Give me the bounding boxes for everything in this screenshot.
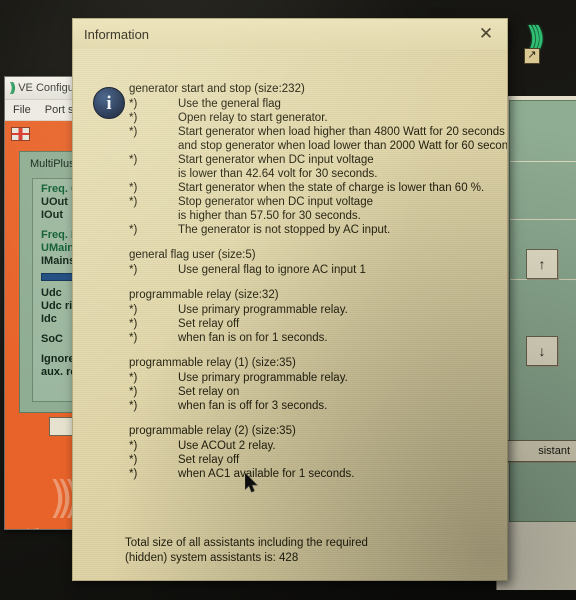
menu-item-file[interactable]: File <box>13 104 31 116</box>
assistant-summary-text: generator start and stop (size:232) *) U… <box>129 82 507 492</box>
bullet-marker: *) <box>129 126 138 138</box>
bullet-marker: *) <box>129 154 138 166</box>
information-dialog[interactable]: Information ✕ i generator start and stop… <box>72 18 508 581</box>
move-up-button[interactable]: ↑ <box>526 249 558 279</box>
line-text: The generator is not stopped by AC input… <box>178 224 391 236</box>
section-line: *) is lower than 42.64 volt for 30 secon… <box>129 167 501 181</box>
line-text: Start generator when DC input voltage <box>178 154 374 166</box>
total-size-text: Total size of all assistants including t… <box>125 536 485 566</box>
section-title: programmable relay (1) (size:35) <box>129 357 296 369</box>
bullet-marker: *) <box>129 386 138 398</box>
shortcut-arrow-icon: ↗ <box>524 48 540 64</box>
dialog-title: Information <box>84 26 150 42</box>
section-title: programmable relay (2) (size:35) <box>129 425 296 437</box>
total-size-line-2: (hidden) system assistants is: 428 <box>125 552 299 564</box>
section-line: *) Use primary programmable relay. <box>129 371 501 385</box>
section-line: *) Set relay off <box>129 453 501 467</box>
bullet-marker: *) <box>129 372 138 384</box>
line-text: Open relay to start generator. <box>178 112 328 124</box>
bullet-marker: *) <box>129 98 138 110</box>
line-text: is lower than 42.64 volt for 30 seconds. <box>178 168 378 180</box>
bullet-marker: *) <box>129 440 138 452</box>
total-size-line-1: Total size of all assistants including t… <box>125 537 368 549</box>
bullet-marker: *) <box>129 468 138 480</box>
line-text: Use general flag to ignore AC input 1 <box>178 264 366 276</box>
line-text: Start generator when the state of charge… <box>178 182 485 194</box>
line-text: Set relay off <box>178 454 240 466</box>
section-line: *) Open relay to start generator. <box>129 111 501 125</box>
bullet-marker: *) <box>129 224 138 236</box>
move-down-button[interactable]: ↓ <box>526 336 558 366</box>
section-line: *) and stop generator when load lower th… <box>129 139 507 153</box>
section-line: *) when fan is on for 1 seconds. <box>129 331 501 345</box>
assistant-list-panel: ↑ ↓ <box>496 96 576 590</box>
line-text: when fan is on for 1 seconds. <box>178 332 328 344</box>
section-line: *) The generator is not stopped by AC in… <box>129 223 501 237</box>
section-line: *) when fan is off for 3 seconds. <box>129 399 501 413</box>
bullet-marker: *) <box>129 318 138 330</box>
desktop-shortcut-victron[interactable]: ))) ↗ <box>524 22 570 76</box>
section-line: *) when AC1 available for 1 seconds. <box>129 467 501 481</box>
line-text: when fan is off for 3 seconds. <box>178 400 328 412</box>
line-text: Set relay off <box>178 318 240 330</box>
section-line: *) Start generator when load higher than… <box>129 125 505 139</box>
section-line: *) Set relay off <box>129 317 501 331</box>
victron-small-logo-icon: ))) <box>9 80 17 96</box>
dialog-titlebar: Information ✕ <box>73 19 507 49</box>
line-text: Stop generator when DC input voltage <box>178 196 373 208</box>
bullet-marker: *) <box>129 454 138 466</box>
uk-flag-icon[interactable] <box>11 127 30 141</box>
section-line: *) Use primary programmable relay. <box>129 303 501 317</box>
close-icon[interactable]: ✕ <box>471 22 501 46</box>
section-line: *) Start generator when the state of cha… <box>129 181 501 195</box>
section-programmable-relay-2: programmable relay (2) (size:35) *) Use … <box>129 424 501 481</box>
section-generator-start-stop: generator start and stop (size:232) *) U… <box>129 82 507 237</box>
line-text: Use primary programmable relay. <box>178 372 348 384</box>
line-text: Start generator when load higher than 48… <box>178 126 505 138</box>
section-general-flag-user: general flag user (size:5) *) Use genera… <box>129 248 501 277</box>
line-text: and stop generator when load lower than … <box>178 140 508 152</box>
section-line: *) Stop generator when DC input voltage <box>129 195 501 209</box>
section-line: *) Start generator when DC input voltage <box>129 153 501 167</box>
section-title: generator start and stop (size:232) <box>129 83 305 95</box>
section-line: *) Use general flag to ignore AC input 1 <box>129 263 501 277</box>
section-programmable-relay: programmable relay (size:32) *) Use prim… <box>129 288 501 345</box>
section-line: *) Set relay on <box>129 385 501 399</box>
bullet-marker: *) <box>129 112 138 124</box>
section-title: programmable relay (size:32) <box>129 289 279 301</box>
bullet-marker: *) <box>129 400 138 412</box>
section-title: general flag user (size:5) <box>129 249 256 261</box>
line-text: is higher than 57.50 for 30 seconds. <box>178 210 361 222</box>
screen-root: ))) ↗ ))) VE Configure File Port sel Mul… <box>0 0 576 600</box>
info-icon-glyph: i <box>106 92 112 114</box>
line-text: Use ACOut 2 relay. <box>178 440 276 452</box>
section-programmable-relay-1: programmable relay (1) (size:35) *) Use … <box>129 356 501 413</box>
bullet-marker: *) <box>129 196 138 208</box>
line-text: Use primary programmable relay. <box>178 304 348 316</box>
bullet-marker: *) <box>129 332 138 344</box>
section-line: *) Use ACOut 2 relay. <box>129 439 501 453</box>
bullet-marker: *) <box>129 182 138 194</box>
line-text: when AC1 available for 1 seconds. <box>178 468 355 480</box>
line-text: Use the general flag <box>178 98 281 110</box>
bullet-marker: *) <box>129 264 138 276</box>
section-line: *) is higher than 57.50 for 30 seconds. <box>129 209 501 223</box>
info-icon: i <box>93 87 125 119</box>
section-line: *) Use the general flag <box>129 97 501 111</box>
line-text: Set relay on <box>178 386 240 398</box>
bullet-marker: *) <box>129 304 138 316</box>
